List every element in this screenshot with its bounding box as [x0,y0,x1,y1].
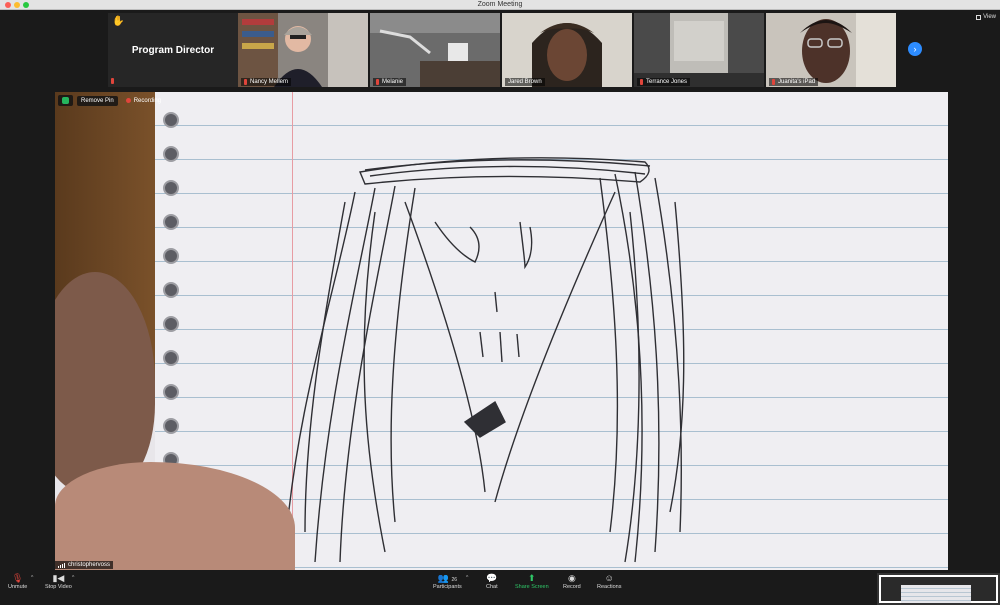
participant-name: Nancy Mellem [250,79,289,85]
participant-name: Jared Brown [508,79,542,85]
self-view-thumbnail[interactable] [877,573,1000,605]
participant-name-label: Terrance Jones [637,78,691,86]
self-view-notebook [901,585,971,603]
remove-pin-button[interactable]: Remove Pin [77,95,118,106]
participant-strip: ✋ Program Director Nancy Mellem Melanie … [0,10,1000,90]
recording-label: Recording [133,97,162,104]
participant-name: Juanita's iPad [778,79,816,85]
remove-pin-label: Remove Pin [81,97,114,104]
shield-icon [62,97,69,104]
participant-name-label: Nancy Mellem [241,78,292,86]
participant-video [238,13,368,87]
participant-video [502,13,632,87]
share-screen-label: Share Screen [515,584,549,590]
participant-name: Terrance Jones [646,79,688,85]
share-screen-button[interactable]: ⬆ Share Screen [515,573,549,590]
mic-muted-icon [376,79,379,85]
view-button[interactable]: View [976,14,996,20]
chevron-up-icon[interactable]: ^ [466,575,468,581]
share-screen-icon: ⬆ [528,573,536,583]
participant-name: Melanie [382,79,404,85]
participant-name-label: Juanita's iPad [769,78,819,86]
participants-label: Participants [433,584,462,590]
participants-count: 26 [451,577,458,583]
mic-muted-icon [640,79,643,85]
reactions-button[interactable]: ☺ Reactions [597,573,621,590]
chat-label: Chat [486,584,498,590]
chevron-up-icon[interactable]: ^ [31,575,33,581]
grid-view-icon [976,14,982,20]
mic-muted-icon: 🎙 [11,573,24,583]
participant-tile[interactable]: Jared Brown [502,13,632,87]
participant-tile[interactable]: Terrance Jones [634,13,764,87]
participant-tile[interactable]: ✋ Program Director [108,13,238,87]
mic-muted-icon [244,79,247,85]
remove-pin-button[interactable] [58,95,73,106]
participant-tile[interactable]: Nancy Mellem [238,13,368,87]
unmute-button[interactable]: 🎙 Unmute [8,573,27,590]
participant-video [766,13,896,87]
speaker-name: christophervoss [68,562,111,568]
chevron-right-icon[interactable]: › [908,42,922,56]
participant-video [634,13,764,87]
record-button[interactable]: ◉ Record [563,573,581,590]
signal-bars-icon [58,562,65,568]
video-camera-icon: ▮◀ [52,573,65,583]
record-icon: ◉ [567,573,576,583]
record-label: Record [563,584,581,590]
participants-button[interactable]: 👥 26 Participants [433,573,462,590]
active-speaker-label: christophervoss [55,561,114,569]
participant-tile[interactable]: Juanita's iPad [766,13,896,87]
pin-controls: Remove Pin Recording [58,95,165,106]
meeting-window: ✋ Program Director Nancy Mellem Melanie … [0,10,1000,605]
meeting-toolbar: 🎙 Unmute ^ ▮◀ Stop Video ^ 👥 26 Particip… [0,571,1000,595]
pinned-video[interactable]: Remove Pin Recording [55,92,948,570]
recording-indicator: Recording [122,96,165,106]
participant-name-label: Melanie [373,78,407,86]
raised-hand-icon: ✋ [112,16,125,27]
stop-video-button[interactable]: ▮◀ Stop Video [45,573,72,590]
mic-muted-icon [111,78,114,84]
reactions-icon: ☺ [604,573,614,583]
mic-muted-icon [772,79,775,85]
unmute-label: Unmute [8,584,28,590]
window-title: Zoom Meeting [477,1,523,8]
chevron-up-icon[interactable]: ^ [72,575,74,581]
chat-button[interactable]: 💬 Chat [486,573,498,590]
participant-name-large: Program Director [131,44,215,56]
recording-dot-icon [125,98,131,103]
participant-name-label: Jared Brown [505,78,545,86]
participant-tile[interactable]: Melanie [370,13,500,87]
chat-icon: 💬 [486,573,498,583]
stop-video-label: Stop Video [45,584,72,590]
view-label: View [983,14,996,20]
participants-icon: 👥 26 [437,573,458,583]
window-title-bar: Zoom Meeting [0,0,1000,10]
reactions-label: Reactions [597,584,622,590]
participant-video [370,13,500,87]
